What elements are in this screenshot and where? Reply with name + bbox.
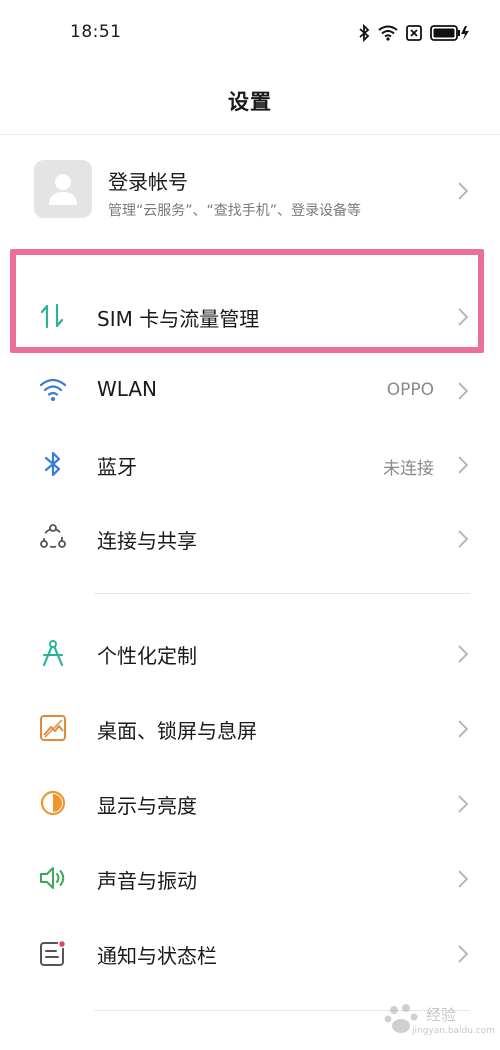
user-avatar-icon <box>34 160 92 218</box>
settings-row-display[interactable]: 显示与亮度 <box>0 763 500 837</box>
account-row[interactable]: 登录帐号 管理“云服务”、“查找手机”、登录设备等 <box>0 152 500 232</box>
chevron-right-icon <box>456 943 470 965</box>
settings-row-wlan[interactable]: WLAN OPPO <box>0 350 500 424</box>
settings-row-connection-sharing[interactable]: 连接与共享 <box>0 498 500 572</box>
chevron-right-icon <box>456 868 470 890</box>
row-label: 通知与状态栏 <box>97 944 217 968</box>
row-label: 蓝牙 <box>97 455 137 479</box>
speaker-icon <box>38 863 68 893</box>
settings-row-wallpaper[interactable]: 桌面、锁屏与息屏 <box>0 688 500 762</box>
watermark-text: 经验 <box>426 1006 457 1024</box>
settings-row-notifications[interactable]: 通知与状态栏 <box>0 913 500 987</box>
bluetooth-icon <box>38 449 68 479</box>
watermark: 经验 jingyan.baidu.com <box>382 1000 496 1044</box>
chevron-right-icon <box>456 380 470 402</box>
wifi-icon <box>38 375 68 405</box>
row-label: 连接与共享 <box>97 529 197 553</box>
row-label: 桌面、锁屏与息屏 <box>97 719 257 743</box>
settings-row-sound[interactable]: 声音与振动 <box>0 838 500 912</box>
status-time: 18:51 <box>70 22 122 42</box>
settings-row-personalization[interactable]: 个性化定制 <box>0 613 500 687</box>
row-label: 个性化定制 <box>97 644 197 668</box>
status-bar: 18:51 <box>0 0 500 64</box>
chevron-right-icon <box>456 454 470 476</box>
chevron-right-icon <box>456 793 470 815</box>
section-divider <box>94 593 470 594</box>
page-header: 设置 <box>0 64 500 135</box>
compass-icon <box>38 638 68 668</box>
battery-charging-icon <box>430 24 470 42</box>
settings-row-bluetooth[interactable]: 蓝牙 未连接 <box>0 424 500 498</box>
brightness-icon <box>38 788 68 818</box>
page-title: 设置 <box>228 90 272 114</box>
status-icons <box>358 22 470 44</box>
row-value: OPPO <box>386 380 434 400</box>
highlight-annotation <box>10 249 484 353</box>
row-label: 声音与振动 <box>97 869 197 893</box>
wallpaper-icon <box>38 713 68 743</box>
row-label: 显示与亮度 <box>97 794 197 818</box>
row-value: 未连接 <box>383 459 434 479</box>
chevron-right-icon <box>456 718 470 740</box>
share-icon <box>38 523 68 553</box>
chevron-right-icon <box>456 180 470 202</box>
sim-off-icon <box>406 25 422 41</box>
watermark-url: jingyan.baidu.com <box>412 1026 496 1036</box>
bluetooth-icon <box>358 24 370 42</box>
settings-screen: 18:51 设置 登录帐号 管理“云服务”、“查找手机”、登录设备等 SIM 卡… <box>0 0 500 1050</box>
wifi-icon <box>378 25 398 41</box>
chevron-right-icon <box>456 528 470 550</box>
row-label: WLAN <box>97 377 158 401</box>
account-subtitle: 管理“云服务”、“查找手机”、登录设备等 <box>108 203 362 219</box>
notification-icon <box>38 938 68 968</box>
account-title: 登录帐号 <box>108 170 188 194</box>
chevron-right-icon <box>456 643 470 665</box>
